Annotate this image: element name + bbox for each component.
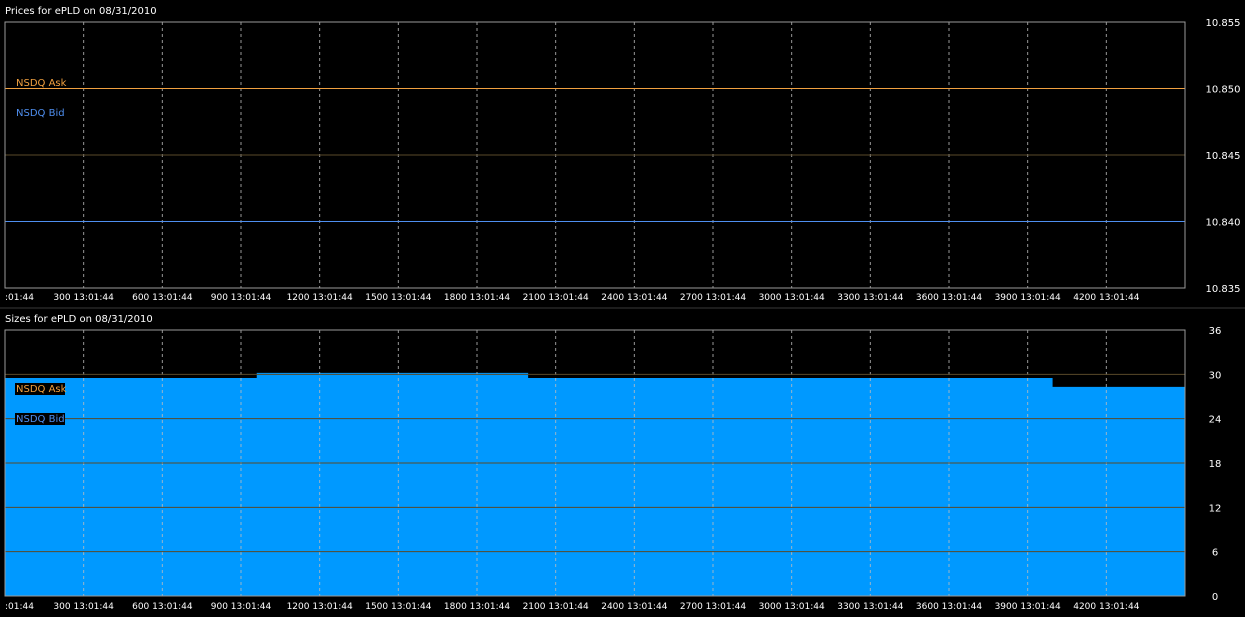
y-tick-label: 10.835 [1206, 284, 1241, 295]
x-tick-label: 3600 13:01:44 [916, 602, 982, 612]
y-tick-label: 36 [1209, 326, 1222, 337]
chart-root: Prices for ePLD on 08/31/2010 NSDQ Ask NSD… [0, 0, 1245, 613]
x-tick-label: 3900 13:01:44 [995, 293, 1061, 303]
x-tick-label: 900 13:01:44 [211, 293, 272, 303]
x-tick-label: 1200 13:01:44 [287, 602, 353, 612]
x-tick-label: 3000 13:01:44 [759, 293, 825, 303]
x-tick-label: 1200 13:01:44 [287, 293, 353, 303]
x-tick-label: 300 13:01:44 [53, 293, 114, 303]
x-tick-label: 1800 13:01:44 [444, 602, 510, 612]
x-tick-label: 900 13:01:44 [211, 602, 272, 612]
x-tick-label: 3900 13:01:44 [995, 602, 1061, 612]
chart-title: Sizes for ePLD on 08/31/2010 [5, 314, 153, 325]
x-tick-label: 2400 13:01:44 [601, 602, 667, 612]
x-tick-label: 3600 13:01:44 [916, 293, 982, 303]
legend-nsdq-bid: NSDQ Bid [16, 108, 65, 119]
prices-panel: Prices for ePLD on 08/31/2010 NSDQ Ask NSD… [4, 6, 1241, 303]
x-tick-label: 3000 13:01:44 [759, 602, 825, 612]
y-tick-label: 10.845 [1206, 151, 1241, 162]
y-tick-label: 12 [1209, 503, 1222, 514]
x-tick-label: 4200 13:01:44 [1073, 293, 1139, 303]
y-tick-label: 30 [1209, 370, 1222, 381]
y-tick-label: 6 [1212, 548, 1218, 559]
x-tick-label: 3300 13:01:44 [837, 293, 903, 303]
legend-nsdq-bid: NSDQ Bid [16, 414, 65, 425]
sizes-panel: Sizes for ePLD on 08/31/2010 NSDQ Ask NSDQ… [4, 314, 1222, 612]
x-tick-label: 2700 13:01:44 [680, 602, 746, 612]
x-tick-label: 2400 13:01:44 [601, 293, 667, 303]
x-tick-label: 2100 13:01:44 [523, 293, 589, 303]
x-tick-label: 3300 13:01:44 [837, 602, 903, 612]
x-tick-label: :01:44 [5, 602, 34, 612]
x-tick-label: 300 13:01:44 [53, 602, 114, 612]
chart-svg: Prices for ePLD on 08/31/2010 NSDQ Ask NSD… [0, 0, 1245, 613]
y-tick-label: 0 [1212, 592, 1218, 603]
series-area-nsdq-ask [5, 372, 1185, 596]
legend-nsdq-ask: NSDQ Ask [16, 384, 67, 395]
x-tick-label: 2100 13:01:44 [523, 602, 589, 612]
x-tick-label: 1500 13:01:44 [365, 293, 431, 303]
y-tick-label: 10.855 [1206, 18, 1241, 29]
y-tick-label: 10.840 [1206, 218, 1241, 229]
x-tick-label: 600 13:01:44 [132, 293, 193, 303]
x-tick-label: 1500 13:01:44 [365, 602, 431, 612]
x-tick-label: 2700 13:01:44 [680, 293, 746, 303]
x-tick-label: 1800 13:01:44 [444, 293, 510, 303]
y-tick-label: 18 [1209, 459, 1222, 470]
x-tick-label: :01:44 [5, 293, 34, 303]
x-tick-label: 600 13:01:44 [132, 602, 193, 612]
chart-title: Prices for ePLD on 08/31/2010 [5, 6, 157, 17]
y-tick-label: 10.850 [1206, 85, 1241, 96]
legend-nsdq-ask: NSDQ Ask [16, 78, 67, 89]
y-tick-label: 24 [1209, 415, 1222, 426]
x-tick-label: 4200 13:01:44 [1073, 602, 1139, 612]
